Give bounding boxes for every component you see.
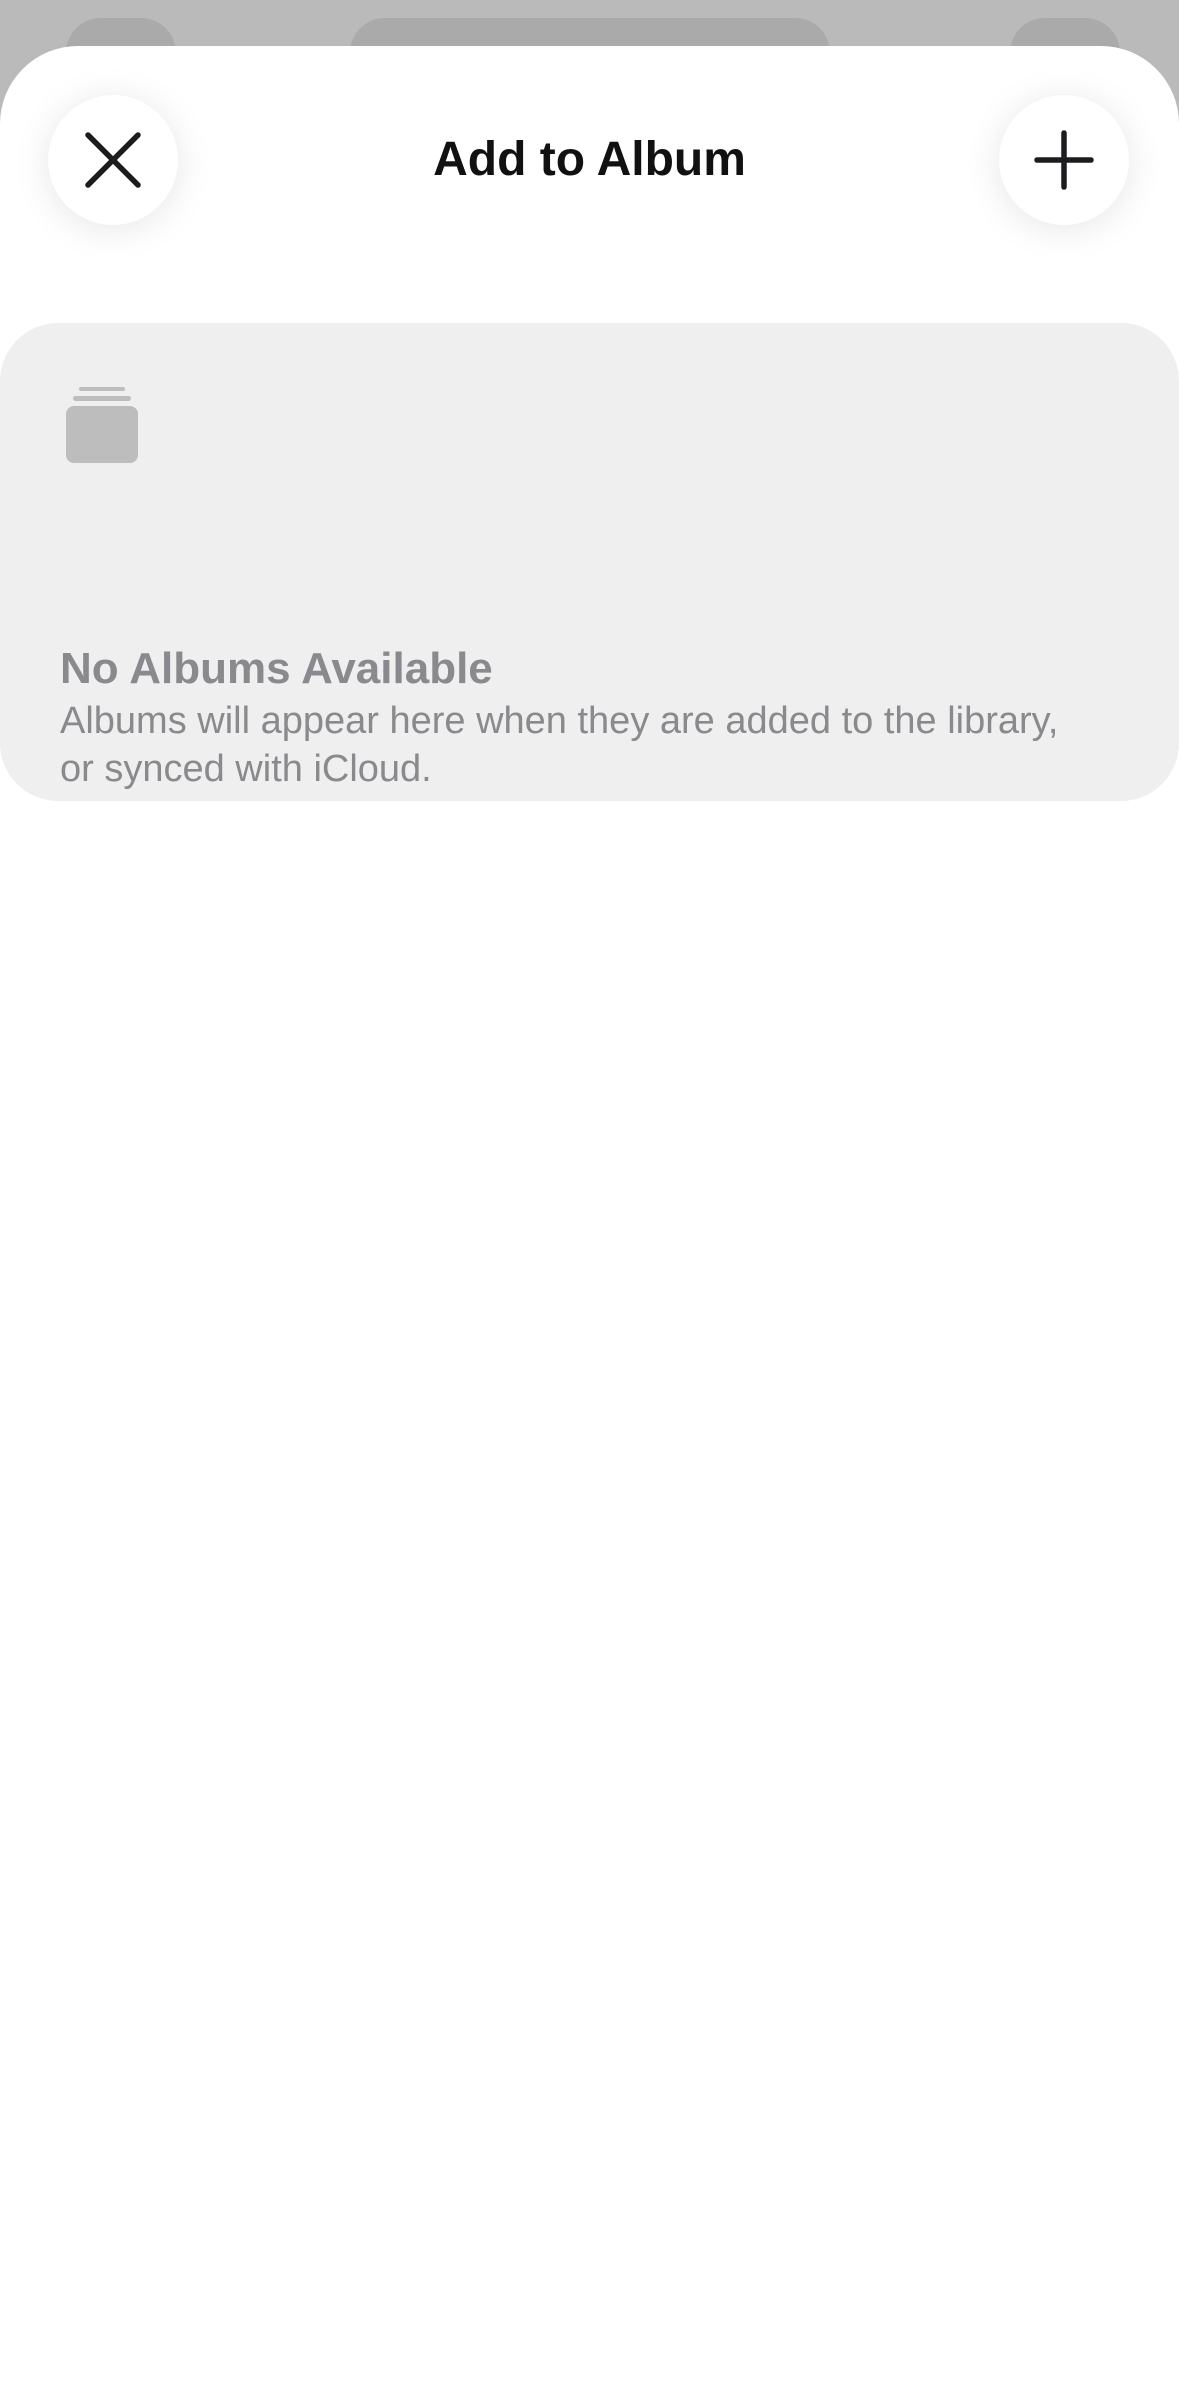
plus-icon	[1034, 130, 1094, 190]
empty-state-title: No Albums Available	[60, 644, 493, 693]
empty-state-message: Albums will appear here when they are ad…	[60, 700, 1059, 790]
new-album-button[interactable]	[999, 95, 1129, 225]
add-to-album-sheet: Add to Album No Albums Available Albums …	[0, 46, 1179, 2396]
album-stack-icon	[66, 387, 138, 463]
sheet-header: Add to Album	[0, 46, 1179, 276]
empty-state-card: No Albums Available Albums will appear h…	[0, 323, 1179, 801]
